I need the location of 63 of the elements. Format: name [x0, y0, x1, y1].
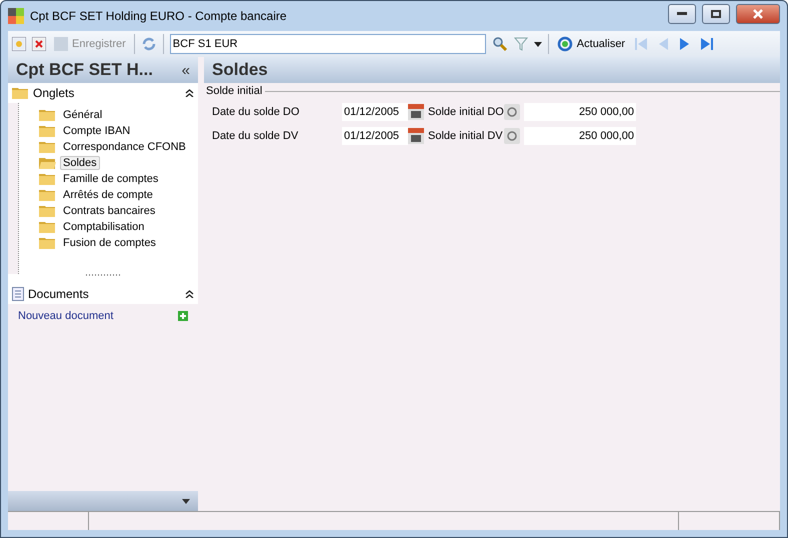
close-icon	[753, 9, 763, 19]
collapse-chevron-icon[interactable]	[185, 89, 194, 97]
field-label: Date du solde DO	[212, 106, 300, 118]
section-title: Onglets	[33, 86, 76, 100]
date-field[interactable]: 01/12/2005	[342, 127, 408, 145]
calendar-icon[interactable]	[408, 104, 424, 120]
section-title: Documents	[28, 287, 90, 301]
date-field[interactable]: 01/12/2005	[342, 103, 408, 121]
group-title: Solde initial	[206, 85, 262, 97]
dropdown-arrow-icon[interactable]	[182, 498, 190, 504]
tab-item[interactable]: Correspondance CFONB	[60, 140, 189, 154]
save-icon	[54, 37, 68, 51]
search-icon[interactable]	[492, 36, 508, 52]
last-icon[interactable]	[699, 36, 716, 52]
folder-icon	[12, 87, 29, 99]
tabs-section-header[interactable]: Onglets	[8, 83, 198, 103]
page-title: Soldes	[212, 60, 269, 80]
minimize-button[interactable]	[668, 4, 696, 24]
splitter-grip-icon[interactable]	[86, 274, 120, 277]
add-icon[interactable]	[178, 311, 188, 321]
dropdown-arrow-icon[interactable]	[534, 42, 542, 46]
refresh-icon	[556, 36, 573, 52]
folder-icon	[39, 109, 56, 121]
folder-icon	[39, 205, 56, 217]
folder-icon	[39, 173, 56, 185]
folder-icon	[39, 189, 56, 201]
app-icon	[8, 8, 24, 24]
refresh-button[interactable]: Actualiser	[554, 36, 628, 52]
sync-icon[interactable]	[140, 36, 157, 52]
tab-item[interactable]: Comptabilisation	[60, 220, 148, 234]
tab-item[interactable]: Général	[60, 108, 106, 122]
document-icon	[12, 287, 24, 301]
maximize-icon	[711, 10, 721, 18]
filter-icon[interactable]	[514, 37, 528, 51]
tab-item[interactable]: Famille de comptes	[60, 172, 162, 186]
field-label: Date du solde DV	[212, 130, 300, 142]
folder-icon	[39, 125, 56, 137]
tab-item[interactable]: Contrats bancaires	[60, 204, 158, 218]
field-label: Solde initial DV	[428, 130, 504, 142]
maximize-button[interactable]	[702, 4, 730, 24]
folder-icon	[39, 237, 56, 249]
tab-item[interactable]: Compte IBAN	[60, 124, 134, 138]
collapse-button[interactable]: «	[182, 62, 190, 78]
tab-item[interactable]: Arrêtés de compte	[60, 188, 156, 202]
calendar-icon[interactable]	[408, 128, 424, 144]
documents-section-header[interactable]: Documents	[8, 284, 198, 304]
minimize-icon	[677, 12, 687, 16]
folder-icon	[39, 141, 56, 153]
new-document-link[interactable]: Nouveau document	[18, 310, 178, 322]
tab-item[interactable]: Soldes	[60, 156, 100, 170]
amount-field[interactable]: 250 000,00	[524, 103, 636, 121]
amount-field[interactable]: 250 000,00	[524, 127, 636, 145]
window-title: Cpt BCF SET Holding EURO - Compte bancaire	[30, 9, 288, 23]
record-title: Cpt BCF SET H...	[16, 60, 154, 80]
search-field[interactable]: BCF S1 EUR	[170, 34, 486, 54]
field-label: Solde initial DO	[428, 106, 504, 118]
folder-icon	[39, 221, 56, 233]
collapse-chevron-icon[interactable]	[185, 290, 194, 298]
delete-icon[interactable]	[32, 37, 46, 51]
tab-item[interactable]: Fusion de comptes	[60, 236, 159, 250]
new-icon[interactable]	[12, 37, 26, 51]
close-button[interactable]	[736, 4, 780, 24]
open-folder-icon	[39, 157, 56, 169]
